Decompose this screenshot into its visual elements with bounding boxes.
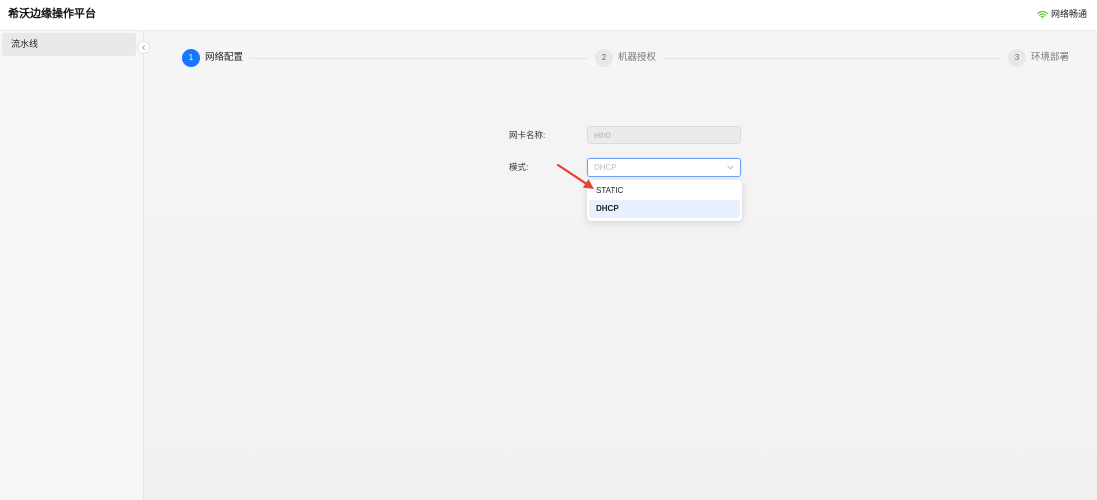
sidebar: 流水线 [0, 31, 144, 500]
step-connector [662, 58, 1000, 59]
chevron-down-icon [727, 165, 734, 170]
step-3-label: 环境部署 [1031, 52, 1070, 63]
step-connector [250, 58, 588, 59]
chevron-left-icon [140, 44, 147, 51]
nic-name-label: 网卡名称: [509, 130, 546, 140]
wifi-icon [1037, 10, 1048, 19]
top-header: 希沃边缘操作平台 网络畅通 [0, 0, 1097, 31]
app-title: 希沃边缘操作平台 [8, 8, 96, 20]
step-3-number: 3 [1008, 49, 1026, 67]
sidebar-collapse-button[interactable] [137, 41, 150, 54]
main-content: 1 网络配置 2 机器授权 3 环境部署 网卡名称: 模式: DHCP STAT… [144, 31, 1097, 500]
step-2-label: 机器授权 [618, 52, 657, 63]
mode-select[interactable]: DHCP [587, 158, 741, 177]
sidebar-item-pipeline[interactable]: 流水线 [2, 33, 136, 56]
step-2-number: 2 [595, 49, 613, 67]
sidebar-item-label: 流水线 [11, 39, 39, 49]
step-1-number: 1 [182, 49, 200, 67]
network-status: 网络畅通 [1037, 8, 1087, 21]
nic-name-input [587, 126, 741, 144]
mode-select-placeholder: DHCP [594, 163, 617, 172]
mode-option-static[interactable]: STATIC [589, 182, 740, 200]
mode-dropdown: STATIC DHCP [587, 180, 742, 221]
network-status-label: 网络畅通 [1050, 9, 1087, 19]
mode-label: 模式: [509, 162, 529, 172]
mode-option-dhcp[interactable]: DHCP [589, 200, 740, 218]
step-1-label: 网络配置 [205, 52, 244, 63]
